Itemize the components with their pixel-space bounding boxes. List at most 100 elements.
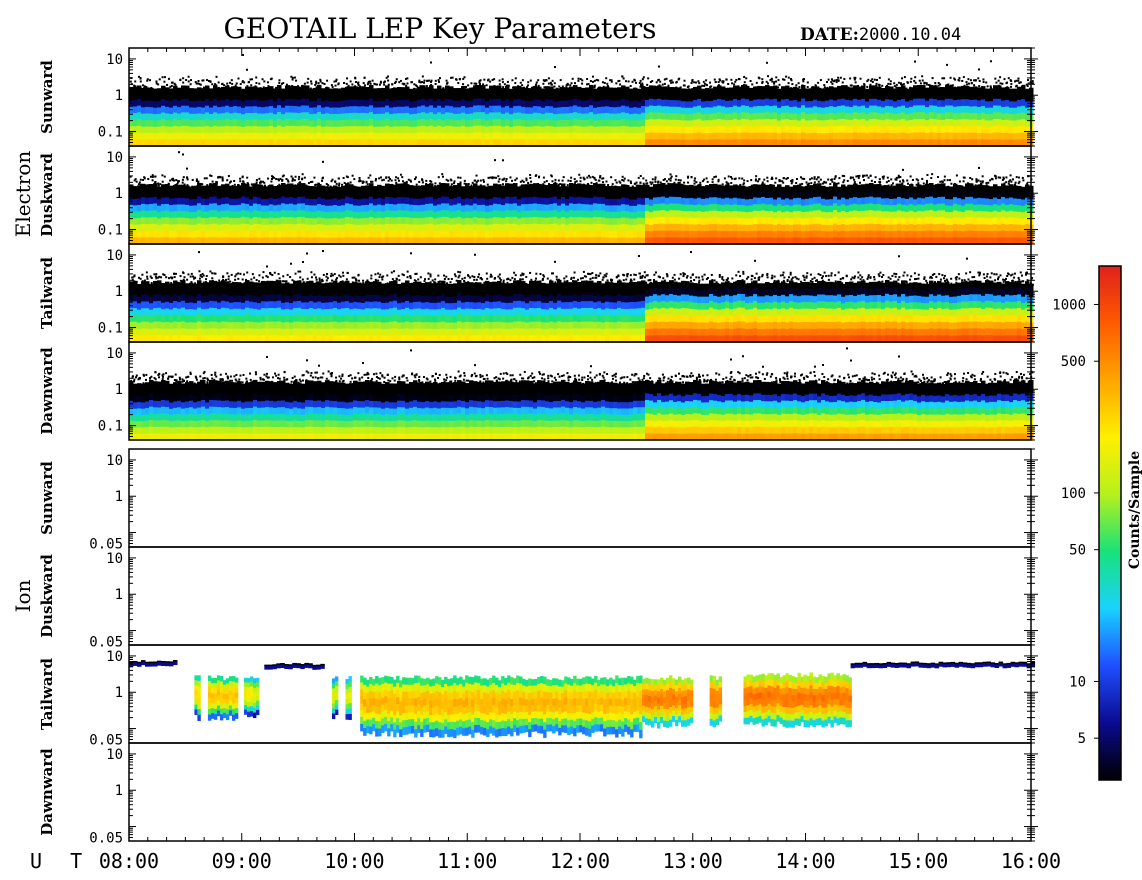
sparse-count-dot	[577, 79, 580, 82]
electron-spectrum-cell	[529, 217, 534, 225]
sparse-count-dot	[978, 85, 981, 88]
sparse-count-dot	[250, 84, 253, 87]
electron-spectrum-cell	[697, 210, 702, 219]
electron-spectrum-cell	[285, 210, 290, 219]
electron-spectrum-cell	[637, 224, 642, 232]
electron-spectrum-cell	[497, 217, 502, 225]
sparse-count-dot	[787, 82, 790, 85]
sparse-count-dot	[695, 81, 698, 84]
electron-spectrum-cell	[489, 125, 494, 134]
sparse-count-dot	[706, 180, 709, 183]
electron-spectrum-cell	[285, 112, 290, 120]
sparse-count-dot	[179, 79, 182, 82]
electron-spectrum-cell	[725, 210, 730, 219]
sparse-count-dot	[641, 82, 644, 85]
electron-spectrum-cell	[221, 230, 226, 238]
sparse-count-dot	[603, 81, 606, 84]
sparse-count-dot	[945, 84, 948, 87]
electron-spectrum-cell	[797, 120, 802, 128]
electron-spectrum-cell	[337, 224, 342, 232]
electron-spectrum-cell	[877, 190, 882, 198]
electron-spectrum-cell	[285, 99, 290, 107]
sparse-count-dot	[606, 85, 609, 88]
electron-spectrum-cell	[585, 224, 590, 232]
electron-spectrum-cell	[729, 224, 734, 232]
electron-spectrum-cell	[733, 197, 738, 205]
electron-spectrum-cell	[357, 224, 362, 232]
electron-spectrum-cell	[337, 120, 342, 128]
electron-spectrum-cell	[689, 211, 694, 219]
electron-spectrum-cell	[325, 205, 330, 213]
electron-spectrum-cell	[681, 211, 686, 219]
electron-spectrum-cell	[237, 93, 242, 101]
electron-spectrum-cell	[777, 133, 782, 141]
electron-spectrum-cell	[481, 211, 486, 219]
electron-spectrum-cell	[657, 112, 662, 120]
electron-spectrum-cell	[633, 120, 638, 128]
sparse-count-dot	[662, 179, 665, 182]
electron-spectrum-cell	[521, 93, 526, 101]
electron-spectrum-cell	[377, 120, 382, 128]
electron-spectrum-cell	[617, 218, 622, 226]
electron-spectrum-cell	[445, 230, 450, 238]
sparse-count-dot	[167, 77, 170, 80]
electron-spectrum-cell	[817, 190, 822, 198]
electron-spectrum-cell	[421, 85, 426, 93]
electron-spectrum-cell	[217, 224, 222, 232]
electron-spectrum-cell	[797, 107, 802, 115]
electron-spectrum-cell	[133, 93, 138, 101]
sparse-count-dot	[790, 87, 793, 90]
electron-spectrum-cell	[229, 93, 234, 101]
electron-spectrum-cell	[349, 217, 354, 225]
electron-spectrum-cell	[293, 217, 298, 225]
electron-spectrum-cell	[705, 113, 710, 121]
electron-spectrum-cell	[449, 126, 454, 134]
electron-spectrum-cell	[389, 190, 394, 198]
electron-spectrum-cell	[705, 224, 710, 232]
sparse-count-dot	[447, 179, 450, 182]
electron-spectrum-cell	[197, 182, 202, 191]
sparse-count-dot	[730, 78, 733, 81]
electron-spectrum-cell	[225, 132, 230, 140]
sparse-count-dot	[421, 179, 424, 182]
electron-spectrum-cell	[697, 132, 702, 140]
electron-spectrum-cell	[593, 126, 598, 134]
electron-spectrum-cell	[217, 205, 222, 213]
electron-spectrum-cell	[781, 132, 786, 140]
electron-spectrum-cell	[397, 197, 402, 205]
electron-spectrum-cell	[289, 125, 294, 134]
sparse-count-dot	[486, 183, 489, 186]
electron-spectrum-cell	[261, 94, 266, 102]
sparse-count-dot	[493, 176, 496, 179]
electron-spectrum-cell	[785, 98, 790, 107]
electron-spectrum-cell	[969, 113, 974, 121]
electron-spectrum-cell	[457, 203, 462, 211]
electron-spectrum-cell	[817, 217, 822, 225]
electron-spectrum-cell	[753, 119, 758, 127]
electron-spectrum-cell	[525, 184, 530, 192]
electron-spectrum-cell	[1005, 106, 1010, 114]
electron-spectrum-cell	[909, 119, 914, 128]
electron-spectrum-cell	[189, 126, 194, 134]
sparse-count-dot	[826, 86, 829, 89]
electron-spectrum-cell	[445, 210, 450, 218]
electron-spectrum-cell	[941, 132, 946, 141]
sparse-count-dot	[642, 177, 645, 180]
sparse-count-dot	[142, 178, 145, 181]
electron-spectrum-cell	[405, 106, 410, 114]
sparse-count-dot	[809, 178, 812, 181]
electron-spectrum-cell	[661, 182, 666, 191]
electron-spectrum-cell	[145, 191, 150, 199]
electron-spectrum-cell	[385, 196, 390, 205]
electron-spectrum-cell	[721, 231, 726, 239]
electron-spectrum-cell	[269, 217, 274, 225]
sparse-count-dot	[639, 79, 642, 82]
electron-spectrum-cell	[185, 119, 190, 127]
electron-spectrum-cell	[149, 94, 154, 102]
electron-spectrum-cell	[857, 230, 862, 239]
sparse-count-dot	[231, 86, 234, 89]
electron-spectrum-cell	[389, 203, 394, 212]
electron-spectrum-cell	[849, 119, 854, 128]
electron-spectrum-cell	[593, 196, 598, 204]
electron-spectrum-cell	[429, 105, 434, 113]
